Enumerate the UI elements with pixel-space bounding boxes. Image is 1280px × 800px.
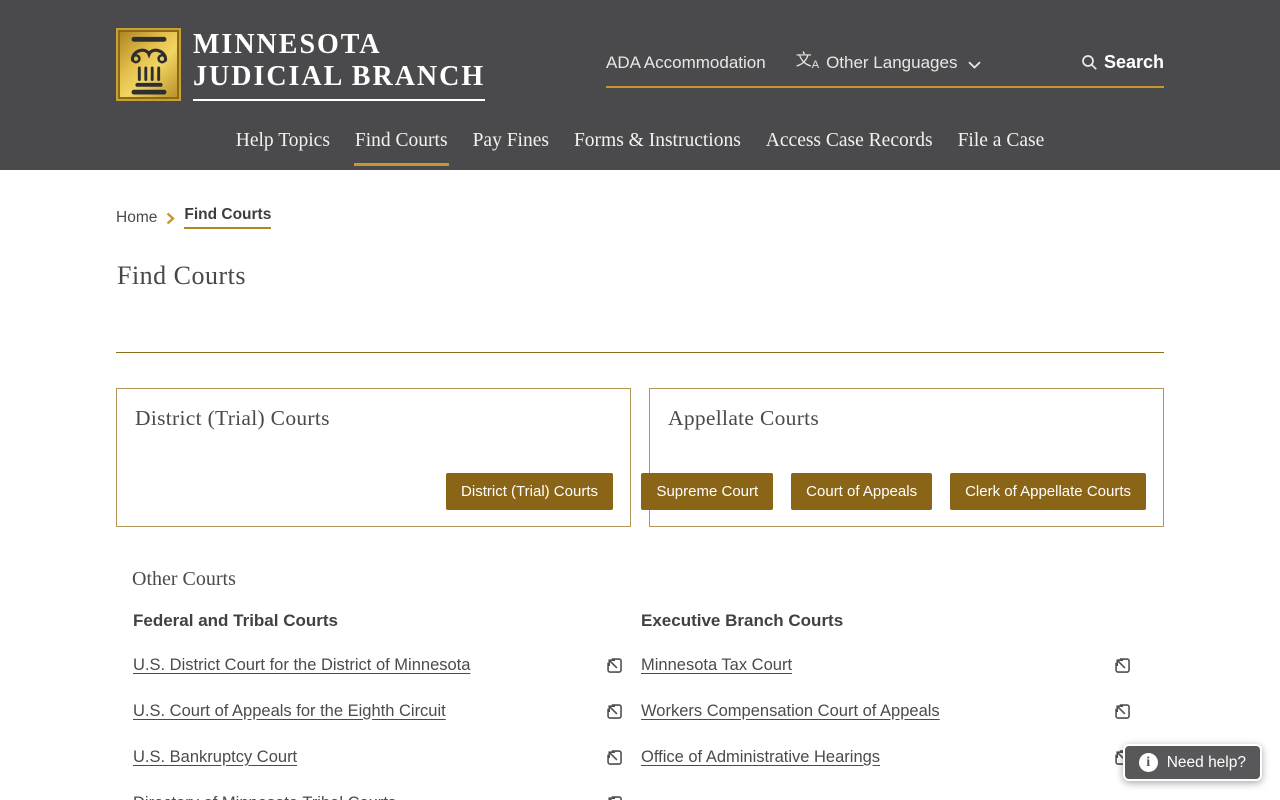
list-item: Minnesota Tax Court [641, 642, 1132, 688]
clerk-of-appellate-courts-button[interactable]: Clerk of Appellate Courts [950, 473, 1146, 510]
us-district-court-link[interactable]: U.S. District Court for the District of … [133, 656, 470, 675]
page-title: Find Courts [117, 261, 247, 290]
card-buttons: Supreme Court Court of Appeals Clerk of … [641, 473, 1146, 510]
court-of-appeals-button[interactable]: Court of Appeals [791, 473, 933, 510]
column-heading: Federal and Tribal Courts [133, 611, 338, 630]
appellate-courts-card: Appellate Courts Supreme Court Court of … [641, 388, 1164, 527]
other-courts-columns: Federal and Tribal Courts U.S. District … [133, 611, 1133, 800]
other-languages-menu[interactable]: 文A Other Languages [796, 53, 982, 73]
card-title: Appellate Courts [668, 406, 820, 430]
wordmark-line1: MINNESOTA [193, 29, 382, 60]
info-icon: i [1138, 753, 1158, 772]
tribal-courts-directory-link[interactable]: Directory of Minnesota Tribal Courts [133, 794, 396, 800]
nav-forms-instructions[interactable]: Forms & Instructions [573, 128, 742, 154]
list-item: Workers Compensation Court of Appeals [641, 688, 1132, 734]
nav-help-topics[interactable]: Help Topics [235, 128, 331, 154]
card-buttons: District (Trial) Courts [446, 473, 613, 510]
executive-branch-column: Executive Branch Courts Minnesota Tax Co… [641, 611, 1132, 800]
breadcrumb-home-link[interactable]: Home [116, 209, 157, 227]
site-wordmark: MINNESOTA JUDICIAL BRANCH [193, 28, 486, 101]
translate-icon: 文A [795, 52, 820, 72]
us-bankruptcy-court-link[interactable]: U.S. Bankruptcy Court [133, 748, 297, 767]
other-languages-label: Other Languages [826, 53, 958, 72]
list-item: U.S. Bankruptcy Court [133, 734, 624, 780]
ada-accommodation-link[interactable]: ADA Accommodation [606, 53, 766, 73]
page: MINNESOTA JUDICIAL BRANCH ADA Accommodat… [0, 0, 1280, 800]
need-help-button[interactable]: i Need help? [1122, 744, 1262, 781]
search-icon [1082, 55, 1097, 70]
site-logo[interactable]: MINNESOTA JUDICIAL BRANCH [116, 28, 486, 101]
supreme-court-button[interactable]: Supreme Court [641, 473, 774, 510]
federal-tribal-column: Federal and Tribal Courts U.S. District … [133, 611, 624, 800]
breadcrumb-chevron-icon [167, 212, 176, 224]
card-title: District (Trial) Courts [135, 406, 330, 430]
nav-find-courts[interactable]: Find Courts [353, 128, 449, 166]
external-link-icon[interactable] [605, 702, 624, 721]
breadcrumb: Home Find Courts [116, 206, 272, 229]
column-icon [116, 28, 181, 101]
district-courts-card: District (Trial) Courts District (Trial)… [116, 388, 631, 527]
list-item: Directory of Minnesota Tribal Courts [133, 780, 624, 800]
court-cards: District (Trial) Courts District (Trial)… [116, 388, 1164, 527]
us-court-of-appeals-link[interactable]: U.S. Court of Appeals for the Eighth Cir… [133, 702, 446, 721]
main-nav: Help Topics Find Courts Pay Fines Forms … [0, 128, 1280, 166]
need-help-label: Need help? [1166, 753, 1246, 771]
workers-compensation-link[interactable]: Workers Compensation Court of Appeals [641, 702, 940, 721]
list-item: U.S. District Court for the District of … [133, 642, 624, 688]
utility-nav: ADA Accommodation 文A Other Languages Sea… [606, 0, 1164, 88]
administrative-hearings-link[interactable]: Office of Administrative Hearings [641, 748, 880, 767]
external-link-icon[interactable] [1113, 656, 1132, 675]
column-heading: Executive Branch Courts [641, 611, 844, 630]
external-link-icon[interactable] [605, 656, 624, 675]
nav-file-a-case[interactable]: File a Case [957, 128, 1046, 154]
wordmark-line2: JUDICIAL BRANCH [193, 61, 486, 92]
search-button[interactable]: Search [1081, 52, 1164, 73]
nav-access-case-records[interactable]: Access Case Records [765, 128, 934, 154]
other-courts-title: Other Courts [132, 568, 236, 590]
minnesota-tax-court-link[interactable]: Minnesota Tax Court [641, 656, 792, 675]
external-link-icon[interactable] [605, 748, 624, 767]
breadcrumb-current[interactable]: Find Courts [184, 206, 272, 229]
external-link-icon[interactable] [1113, 702, 1132, 721]
district-trial-courts-button[interactable]: District (Trial) Courts [446, 473, 613, 510]
list-item: Office of Administrative Hearings [641, 734, 1132, 780]
search-label: Search [1103, 52, 1164, 72]
nav-pay-fines[interactable]: Pay Fines [472, 128, 550, 154]
external-link-icon[interactable] [605, 794, 624, 800]
title-divider [116, 352, 1164, 353]
list-item: U.S. Court of Appeals for the Eighth Cir… [133, 688, 624, 734]
site-header: MINNESOTA JUDICIAL BRANCH ADA Accommodat… [0, 0, 1280, 170]
chevron-down-icon [968, 61, 982, 69]
